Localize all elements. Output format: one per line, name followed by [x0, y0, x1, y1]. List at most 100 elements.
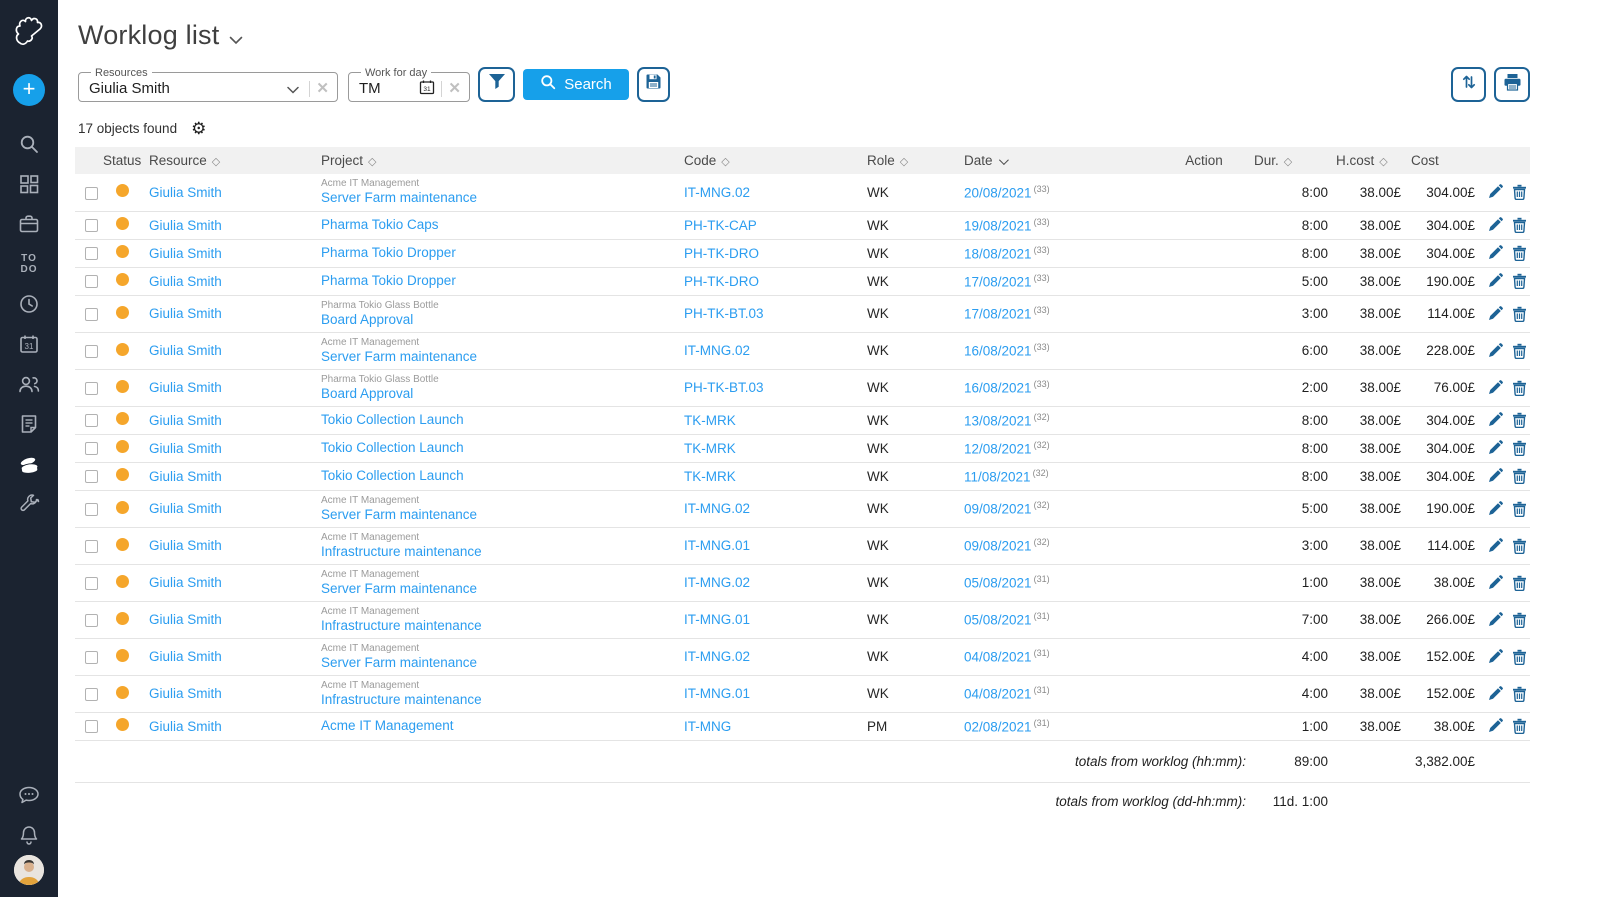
date-link[interactable]: 09/08/2021 [964, 539, 1032, 554]
date-link[interactable]: 17/08/2021 [964, 307, 1032, 322]
row-checkbox[interactable] [85, 442, 98, 455]
col-role[interactable]: Role◇ [867, 147, 964, 174]
project-link[interactable]: Server Farm maintenance [321, 581, 477, 596]
task-code-link[interactable]: PH-TK-CAP [684, 218, 757, 233]
delete-trash-icon[interactable] [1512, 440, 1532, 455]
row-checkbox[interactable] [85, 540, 98, 553]
date-link[interactable]: 04/08/2021 [964, 650, 1032, 665]
resource-link[interactable]: Giulia Smith [149, 719, 222, 734]
delete-trash-icon[interactable] [1512, 685, 1532, 700]
delete-trash-icon[interactable] [1512, 342, 1532, 357]
col-dur[interactable]: Dur.◇ [1254, 147, 1330, 174]
delete-trash-icon[interactable] [1512, 500, 1532, 515]
row-checkbox[interactable] [85, 651, 98, 664]
project-link[interactable]: Tokio Collection Launch [321, 440, 464, 455]
delete-trash-icon[interactable] [1512, 379, 1532, 394]
table-settings-gear-icon[interactable]: ⚙ [191, 120, 206, 137]
edit-pencil-icon[interactable] [1487, 500, 1512, 515]
task-code-link[interactable]: TK-MRK [684, 413, 736, 428]
user-avatar[interactable] [14, 855, 44, 885]
date-picker-calendar-icon[interactable]: 31 [419, 79, 435, 100]
resource-link[interactable]: Giulia Smith [149, 218, 222, 233]
delete-trash-icon[interactable] [1512, 718, 1532, 733]
resource-link[interactable]: Giulia Smith [149, 380, 222, 395]
task-code-link[interactable]: IT-MNG.01 [684, 686, 750, 701]
row-checkbox[interactable] [85, 470, 98, 483]
task-code-link[interactable]: IT-MNG.02 [684, 185, 750, 200]
col-code[interactable]: Code◇ [684, 147, 867, 174]
project-link[interactable]: Server Farm maintenance [321, 655, 477, 670]
edit-pencil-icon[interactable] [1487, 245, 1512, 260]
calendar-icon[interactable]: 31 [12, 329, 46, 359]
todo-icon[interactable]: TODO [12, 249, 46, 279]
row-checkbox[interactable] [85, 382, 98, 395]
delete-trash-icon[interactable] [1512, 648, 1532, 663]
date-link[interactable]: 20/08/2021 [964, 186, 1032, 201]
edit-pencil-icon[interactable] [1487, 685, 1512, 700]
save-search-button[interactable] [637, 67, 670, 102]
date-link[interactable]: 17/08/2021 [964, 274, 1032, 289]
project-link[interactable]: Acme IT Management [321, 718, 454, 733]
search-icon[interactable] [12, 129, 46, 159]
delete-trash-icon[interactable] [1512, 305, 1532, 320]
resource-link[interactable]: Giulia Smith [149, 575, 222, 590]
delete-trash-icon[interactable] [1512, 245, 1532, 260]
project-link[interactable]: Infrastructure maintenance [321, 618, 482, 633]
project-link[interactable]: Server Farm maintenance [321, 507, 477, 522]
project-link[interactable]: Pharma Tokio Dropper [321, 273, 456, 288]
sort-icon[interactable]: ◇ [1284, 156, 1292, 168]
work-for-day-clear-icon[interactable]: ✕ [448, 81, 461, 96]
row-checkbox[interactable] [85, 308, 98, 321]
task-code-link[interactable]: IT-MNG.02 [684, 575, 750, 590]
project-link[interactable]: Pharma Tokio Dropper [321, 245, 456, 260]
resource-link[interactable]: Giulia Smith [149, 686, 222, 701]
sort-icon[interactable]: ◇ [1379, 156, 1387, 168]
notifications-bell-icon[interactable] [12, 820, 46, 850]
edit-pencil-icon[interactable] [1487, 718, 1512, 733]
resource-link[interactable]: Giulia Smith [149, 649, 222, 664]
sort-icon[interactable]: ◇ [368, 156, 376, 168]
project-link[interactable]: Tokio Collection Launch [321, 412, 464, 427]
work-for-day-input[interactable]: TM [359, 80, 419, 97]
work-for-day-field[interactable]: Work for day TM 31 ✕ [348, 67, 470, 102]
row-checkbox[interactable] [85, 345, 98, 358]
resource-link[interactable]: Giulia Smith [149, 612, 222, 627]
edit-pencil-icon[interactable] [1487, 342, 1512, 357]
worklog-coins-icon[interactable] [12, 449, 46, 479]
resources-field[interactable]: Resources Giulia Smith ✕ [78, 67, 338, 102]
date-link[interactable]: 05/08/2021 [964, 576, 1032, 591]
row-checkbox[interactable] [85, 688, 98, 701]
sort-desc-icon[interactable] [998, 155, 1008, 165]
edit-pencil-icon[interactable] [1487, 379, 1512, 394]
filter-button[interactable] [478, 67, 515, 102]
date-link[interactable]: 09/08/2021 [964, 502, 1032, 517]
edit-pencil-icon[interactable] [1487, 648, 1512, 663]
resource-link[interactable]: Giulia Smith [149, 469, 222, 484]
delete-trash-icon[interactable] [1512, 184, 1532, 199]
delete-trash-icon[interactable] [1512, 611, 1532, 626]
search-button[interactable]: Search [523, 69, 629, 100]
delete-trash-icon[interactable] [1512, 273, 1532, 288]
projects-briefcase-icon[interactable] [12, 209, 46, 239]
row-checkbox[interactable] [85, 720, 98, 733]
project-link[interactable]: Server Farm maintenance [321, 190, 477, 205]
edit-pencil-icon[interactable] [1487, 574, 1512, 589]
task-code-link[interactable]: TK-MRK [684, 469, 736, 484]
date-link[interactable]: 19/08/2021 [964, 218, 1032, 233]
row-checkbox[interactable] [85, 503, 98, 516]
reports-document-icon[interactable] [12, 409, 46, 439]
title-chevron-down-icon[interactable] [229, 32, 243, 50]
sort-icon[interactable]: ◇ [721, 156, 729, 168]
date-link[interactable]: 11/08/2021 [964, 469, 1031, 484]
time-clock-icon[interactable] [12, 289, 46, 319]
date-link[interactable]: 02/08/2021 [964, 719, 1032, 734]
col-hcost[interactable]: H.cost◇ [1330, 147, 1403, 174]
edit-pencil-icon[interactable] [1487, 537, 1512, 552]
resource-link[interactable]: Giulia Smith [149, 185, 222, 200]
resources-chevron-down-icon[interactable] [287, 81, 299, 99]
row-checkbox[interactable] [85, 614, 98, 627]
app-logo-icon[interactable] [8, 8, 50, 54]
resource-link[interactable]: Giulia Smith [149, 274, 222, 289]
edit-pencil-icon[interactable] [1487, 440, 1512, 455]
resource-link[interactable]: Giulia Smith [149, 306, 222, 321]
